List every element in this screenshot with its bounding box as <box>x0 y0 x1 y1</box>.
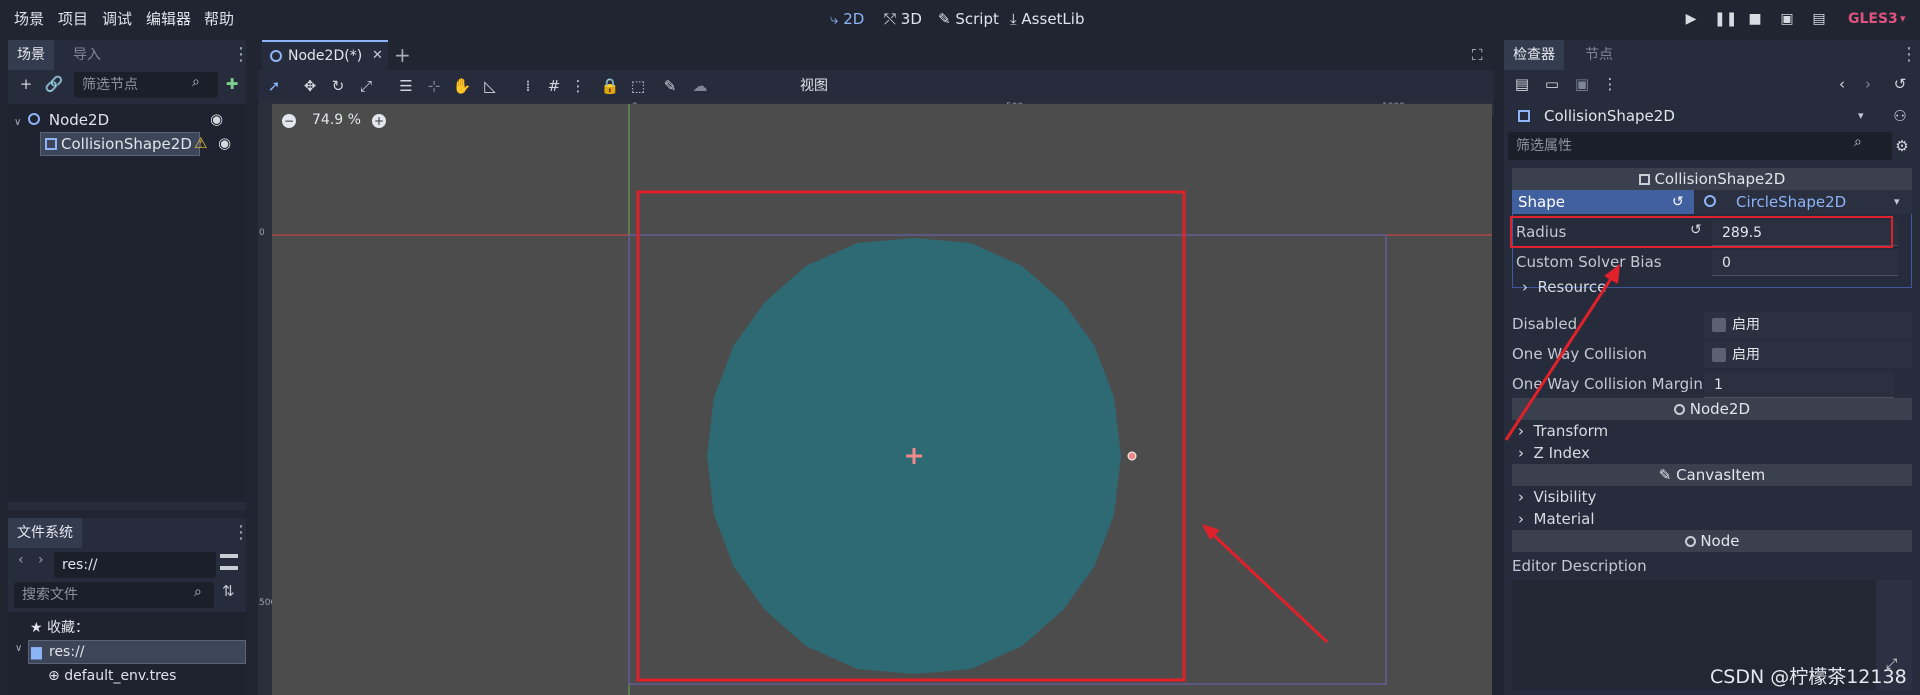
filesystem-menu-icon[interactable]: ⋮ <box>232 518 250 548</box>
file-search-input[interactable]: 搜索文件 <box>14 582 214 608</box>
mode-3d-button[interactable]: ⤲ 3D <box>884 0 922 38</box>
node2d-icon <box>28 113 41 125</box>
tree-item-node2d[interactable]: ∨ Node2D <box>14 108 109 135</box>
skeleton-icon[interactable]: ☁ <box>688 74 712 98</box>
canvas-viewport[interactable]: − 74.9 % + <box>272 104 1492 695</box>
bone-icon[interactable]: ✎ <box>658 74 682 98</box>
rotate-tool-icon[interactable]: ↻ <box>326 74 350 98</box>
add-node-icon[interactable]: + <box>14 72 38 96</box>
fullscreen-icon[interactable]: ⛶ <box>1472 40 1483 70</box>
inspector-dock: 检查器 节点 ⋮ ▤ ▭ ▣ ⋮ ‹ › ↺ CollisionShape2D … <box>1504 40 1920 695</box>
grid-snap-icon[interactable]: # <box>542 74 566 98</box>
clapper-custom-icon: ▤ <box>1812 11 1826 27</box>
play-icon: ▶ <box>1685 11 1697 27</box>
group-icon[interactable]: ⬚ <box>626 74 650 98</box>
stop-icon: ■ <box>1748 11 1762 27</box>
tab-import[interactable]: 导入 <box>64 40 110 70</box>
stop-button[interactable]: ■ <box>1746 10 1764 28</box>
list-select-icon[interactable]: ☰ <box>394 74 418 98</box>
canvas-toolbar: ➚ ✥ ↻ ⤢ ☰ ⊹ ✋ ◺ ⁞ # ⋮ 🔒 ⬚ ✎ ☁ 视图 <box>258 70 1494 102</box>
renderer-selector[interactable]: GLES3 <box>1848 0 1898 38</box>
visibility-eye-icon[interactable]: ◉ <box>210 110 223 128</box>
close-icon[interactable]: ✕ <box>372 42 383 70</box>
radius-handle <box>1127 451 1137 461</box>
script-icon: ✎ <box>938 10 951 28</box>
forward-icon[interactable]: › <box>38 552 44 568</box>
chevron-down-icon[interactable]: ▾ <box>1900 0 1906 38</box>
move-tool-icon[interactable]: ✥ <box>298 74 322 98</box>
folder-icon: ▆ <box>31 644 42 660</box>
collision-shape-icon <box>45 138 57 150</box>
snap-options-icon[interactable]: ⋮ <box>566 74 590 98</box>
mode-assetlib-button[interactable]: ⤓ AssetLib <box>1010 0 1084 38</box>
scene-dock: 场景 导入 ⋮ + 🔗 筛选节点 ⌕ ✚ ∨ Node2D ◉ Collisio… <box>8 40 250 510</box>
search-icon: ⌕ <box>192 74 200 90</box>
add-scene-tab-icon[interactable]: + <box>394 40 411 70</box>
link-icon[interactable]: 🔗 <box>42 72 66 96</box>
view-menu[interactable]: 视图 <box>800 70 828 102</box>
zoom-in-icon[interactable]: + <box>372 114 386 128</box>
pause-icon: ❚❚ <box>1714 11 1738 27</box>
globe-icon: ⊕ <box>48 668 60 684</box>
chevron-down-icon[interactable]: ∨ <box>14 117 21 128</box>
scene-tab-bar: Node2D(*) ✕ + ⛶ <box>258 40 1494 70</box>
visibility-eye-icon[interactable]: ◉ <box>218 134 231 152</box>
tab-filesystem[interactable]: 文件系统 <box>8 518 82 548</box>
pivot-tool-icon[interactable]: ⊹ <box>422 74 446 98</box>
tab-scene[interactable]: 场景 <box>8 40 54 70</box>
zoom-level[interactable]: 74.9 % <box>312 112 361 128</box>
warning-icon[interactable]: ⚠ <box>194 134 207 152</box>
file-item[interactable]: ⊕ default_env.tres <box>48 664 176 688</box>
back-icon[interactable]: ‹ <box>18 552 24 568</box>
tab-node2d-scene[interactable]: Node2D(*) ✕ <box>262 40 388 70</box>
scene-dock-menu-icon[interactable]: ⋮ <box>232 40 250 70</box>
select-tool-icon[interactable]: ➚ <box>262 74 286 98</box>
split-view-icon[interactable] <box>220 554 238 570</box>
file-tree: ★ 收藏： ∨ ▆ res:// ⊕ default_env.tres <box>8 612 246 695</box>
zoom-out-icon[interactable]: − <box>282 114 296 128</box>
play-button[interactable]: ▶ <box>1682 10 1700 28</box>
star-icon: ★ <box>30 620 43 636</box>
pause-button[interactable]: ❚❚ <box>1714 10 1737 28</box>
search-icon: ⌕ <box>194 584 202 600</box>
res-root-item[interactable]: ∨ ▆ res:// <box>15 640 246 664</box>
3d-icon: ⤲ <box>884 10 897 28</box>
favorites-item[interactable]: ★ 收藏： <box>30 616 89 640</box>
mode-script-button[interactable]: ✎ Script <box>938 0 999 38</box>
canvas-drawing <box>272 104 1492 695</box>
tree-item-collisionshape2d[interactable]: CollisionShape2D <box>40 132 200 156</box>
menu-scene[interactable]: 场景 <box>14 0 44 38</box>
lock-icon[interactable]: 🔒 <box>598 74 622 98</box>
clapper-icon: ▣ <box>1780 11 1794 27</box>
mode-2d-button[interactable]: ⤷ 2D <box>830 0 864 38</box>
2d-icon: ⤷ <box>830 10 839 28</box>
annotation-arrow-inspector <box>1504 264 1620 441</box>
chevron-down-icon[interactable]: ∨ <box>15 643 22 654</box>
attach-script-icon[interactable]: ✚ <box>220 72 244 96</box>
scale-tool-icon[interactable]: ⤢ <box>354 74 378 98</box>
smart-snap-icon[interactable]: ⁞ <box>516 74 540 98</box>
pan-tool-icon[interactable]: ✋ <box>450 74 474 98</box>
path-field[interactable]: res:// <box>54 552 216 578</box>
node2d-icon <box>270 50 282 62</box>
annotation-arrow <box>1204 526 1329 644</box>
menu-editor[interactable]: 编辑器 <box>146 0 191 38</box>
menu-project[interactable]: 项目 <box>58 0 88 38</box>
sort-icon[interactable]: ⇅ <box>222 582 235 600</box>
play-scene-button[interactable]: ▣ <box>1778 10 1796 28</box>
menu-help[interactable]: 帮助 <box>204 0 234 38</box>
watermark: CSDN @柠檬茶12138 <box>1710 666 1907 688</box>
top-menu-bar: 场景 项目 调试 编辑器 帮助 ⤷ 2D ⤲ 3D ✎ Script ⤓ Ass… <box>0 0 1920 38</box>
scene-tree: ∨ Node2D ◉ CollisionShape2D ⚠ ◉ <box>8 104 246 502</box>
menu-debug[interactable]: 调试 <box>102 0 132 38</box>
download-icon: ⤓ <box>1010 10 1017 28</box>
ruler-tool-icon[interactable]: ◺ <box>478 74 502 98</box>
filesystem-dock: 文件系统 ⋮ ‹ › res:// 搜索文件 ⌕ ⇅ ★ 收藏： ∨ ▆ res… <box>8 518 250 695</box>
play-custom-button[interactable]: ▤ <box>1810 10 1828 28</box>
ruler-label: 0 <box>259 228 265 238</box>
vertical-ruler: 0 500 <box>258 102 276 695</box>
